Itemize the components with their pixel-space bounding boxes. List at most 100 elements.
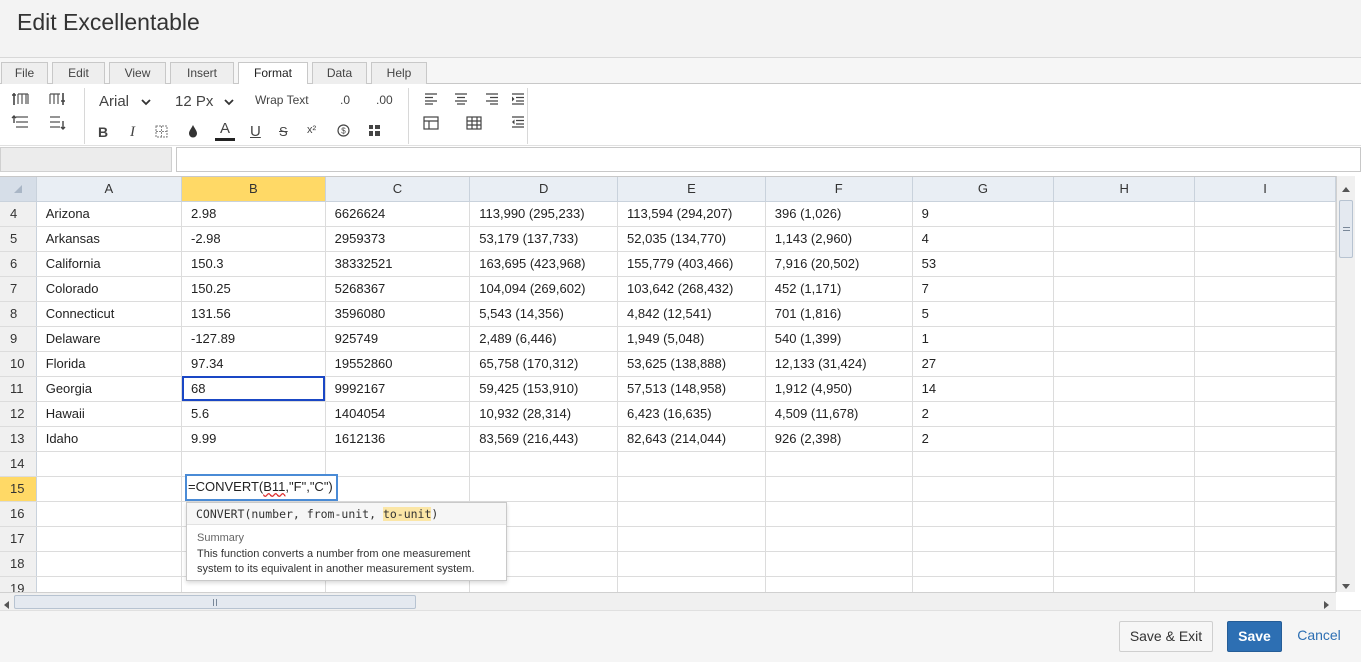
cell-f15[interactable] <box>765 476 913 502</box>
cell-a16[interactable] <box>36 501 183 527</box>
cell-f8[interactable]: 701 (1,816) <box>765 301 913 327</box>
cell-a11[interactable]: Georgia <box>36 376 183 402</box>
formula-input[interactable] <box>176 147 1361 172</box>
cell-a12[interactable]: Hawaii <box>36 401 183 427</box>
cell-h7[interactable] <box>1053 276 1196 302</box>
merge-cells-icon[interactable] <box>368 124 381 137</box>
cell-d6[interactable]: 163,695 (423,968) <box>469 251 619 277</box>
cell-i9[interactable] <box>1194 326 1336 352</box>
cell-b10[interactable]: 97.34 <box>181 351 326 377</box>
row-header[interactable]: 12 <box>0 401 37 427</box>
cell-f16[interactable] <box>765 501 913 527</box>
tab-help[interactable]: Help <box>371 62 427 84</box>
cell-f4[interactable]: 396 (1,026) <box>765 201 913 227</box>
column-header-c[interactable]: C <box>325 177 471 202</box>
cell-h17[interactable] <box>1053 526 1196 552</box>
column-header-i[interactable]: I <box>1194 177 1336 202</box>
name-box[interactable] <box>0 147 172 172</box>
cell-f10[interactable]: 12,133 (31,424) <box>765 351 913 377</box>
cell-h5[interactable] <box>1053 226 1196 252</box>
scroll-up-icon[interactable] <box>1341 180 1351 198</box>
cell-e14[interactable] <box>617 451 766 477</box>
row-header[interactable]: 18 <box>0 551 37 577</box>
cell-a7[interactable]: Colorado <box>36 276 183 302</box>
cell-f19[interactable] <box>765 576 913 592</box>
cell-i14[interactable] <box>1194 451 1336 477</box>
cell-h11[interactable] <box>1053 376 1196 402</box>
cell-g19[interactable] <box>912 576 1055 592</box>
cell-e17[interactable] <box>617 526 766 552</box>
cell-a9[interactable]: Delaware <box>36 326 183 352</box>
cell-g10[interactable]: 27 <box>912 351 1055 377</box>
column-header-e[interactable]: E <box>617 177 766 202</box>
cell-e11[interactable]: 57,513 (148,958) <box>617 376 766 402</box>
cell-c6[interactable]: 38332521 <box>325 251 471 277</box>
tab-view[interactable]: View <box>109 62 166 84</box>
cell-g16[interactable] <box>912 501 1055 527</box>
insert-column-right-icon[interactable] <box>49 92 67 106</box>
cell-c5[interactable]: 2959373 <box>325 226 471 252</box>
cell-a5[interactable]: Arkansas <box>36 226 183 252</box>
cell-g6[interactable]: 53 <box>912 251 1055 277</box>
cell-h19[interactable] <box>1053 576 1196 592</box>
cell-b6[interactable]: 150.3 <box>181 251 326 277</box>
cell-d5[interactable]: 53,179 (137,733) <box>469 226 619 252</box>
row-header[interactable]: 16 <box>0 501 37 527</box>
cell-h4[interactable] <box>1053 201 1196 227</box>
cell-c8[interactable]: 3596080 <box>325 301 471 327</box>
cell-g7[interactable]: 7 <box>912 276 1055 302</box>
column-header-b[interactable]: B <box>181 177 326 202</box>
cell-h8[interactable] <box>1053 301 1196 327</box>
row-header[interactable]: 8 <box>0 301 37 327</box>
vertical-scrollbar[interactable] <box>1336 176 1355 592</box>
cell-g15[interactable] <box>912 476 1055 502</box>
cell-g17[interactable] <box>912 526 1055 552</box>
cell-a8[interactable]: Connecticut <box>36 301 183 327</box>
cell-e10[interactable]: 53,625 (138,888) <box>617 351 766 377</box>
cell-d15[interactable] <box>469 476 619 502</box>
superscript-button[interactable]: x² <box>307 124 316 136</box>
align-left-icon[interactable] <box>424 93 438 105</box>
cell-i10[interactable] <box>1194 351 1336 377</box>
save-and-exit-button[interactable]: Save & Exit <box>1119 621 1213 652</box>
row-header[interactable]: 14 <box>0 451 37 477</box>
select-all-corner[interactable] <box>0 177 37 202</box>
row-header[interactable]: 5 <box>0 226 37 252</box>
row-header[interactable]: 15 <box>0 476 37 502</box>
insert-row-above-icon[interactable] <box>11 115 29 131</box>
cell-d12[interactable]: 10,932 (28,314) <box>469 401 619 427</box>
cell-e18[interactable] <box>617 551 766 577</box>
cell-e13[interactable]: 82,643 (214,044) <box>617 426 766 452</box>
cell-f5[interactable]: 1,143 (2,960) <box>765 226 913 252</box>
cell-b14[interactable] <box>181 451 326 477</box>
cell-h16[interactable] <box>1053 501 1196 527</box>
cell-e8[interactable]: 4,842 (12,541) <box>617 301 766 327</box>
column-header-h[interactable]: H <box>1053 177 1196 202</box>
cell-h14[interactable] <box>1053 451 1196 477</box>
cell-i4[interactable] <box>1194 201 1336 227</box>
cell-d11[interactable]: 59,425 (153,910) <box>469 376 619 402</box>
row-header[interactable]: 4 <box>0 201 37 227</box>
font-size-select[interactable]: 12 Px <box>175 93 234 110</box>
cell-h13[interactable] <box>1053 426 1196 452</box>
font-family-select[interactable]: Arial <box>99 93 151 110</box>
cell-f17[interactable] <box>765 526 913 552</box>
cell-g18[interactable] <box>912 551 1055 577</box>
cell-c14[interactable] <box>325 451 471 477</box>
row-header[interactable]: 11 <box>0 376 37 402</box>
insert-column-left-icon[interactable] <box>11 92 29 106</box>
cell-g11[interactable]: 14 <box>912 376 1055 402</box>
cell-g4[interactable]: 9 <box>912 201 1055 227</box>
row-header[interactable]: 10 <box>0 351 37 377</box>
horizontal-scrollbar[interactable] <box>0 592 1336 610</box>
borders-icon[interactable] <box>155 125 168 138</box>
cell-d14[interactable] <box>469 451 619 477</box>
cell-a4[interactable]: Arizona <box>36 201 183 227</box>
cell-c9[interactable]: 925749 <box>325 326 471 352</box>
cell-d13[interactable]: 83,569 (216,443) <box>469 426 619 452</box>
cell-h9[interactable] <box>1053 326 1196 352</box>
cell-c13[interactable]: 1612136 <box>325 426 471 452</box>
cell-h18[interactable] <box>1053 551 1196 577</box>
cell-i8[interactable] <box>1194 301 1336 327</box>
tab-file[interactable]: File <box>1 62 48 84</box>
